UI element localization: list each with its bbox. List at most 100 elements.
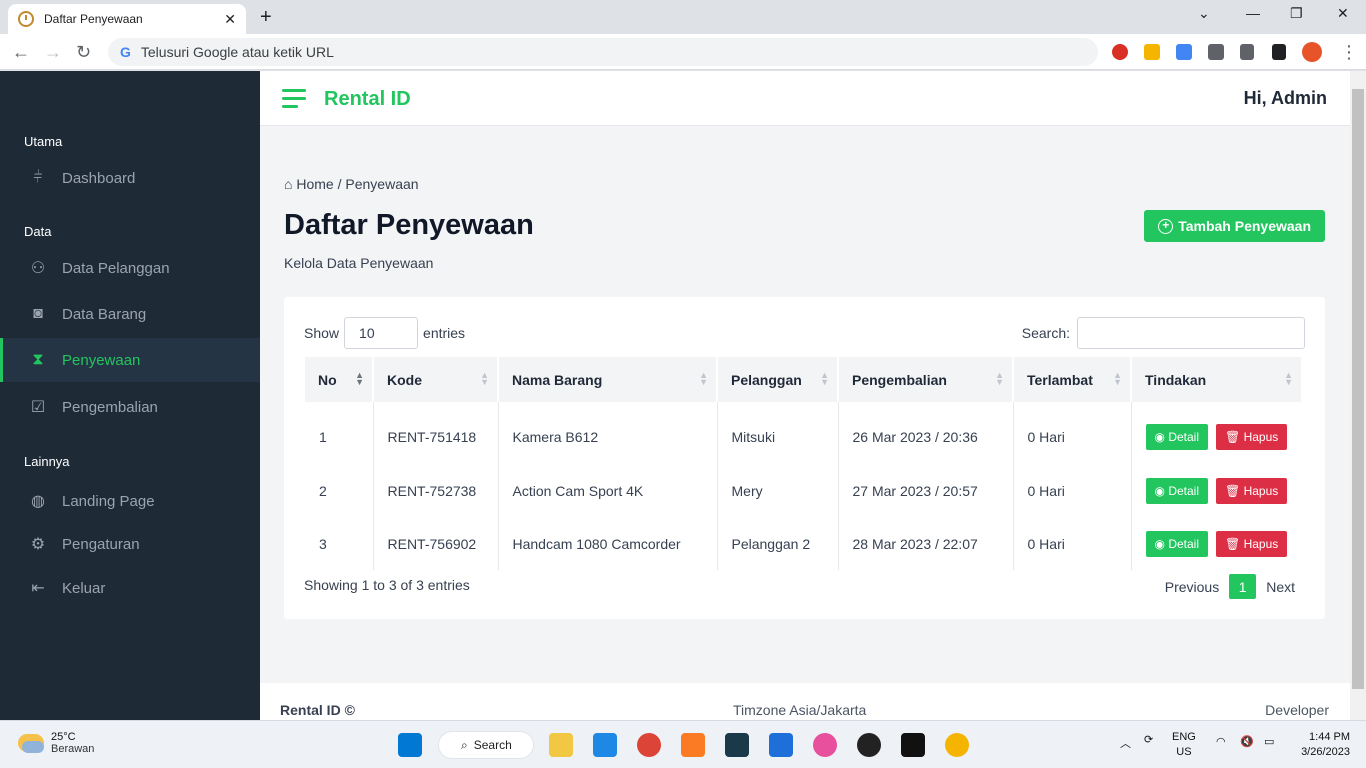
gear-icon: ⚙ bbox=[30, 536, 46, 553]
search-input[interactable] bbox=[1077, 317, 1305, 349]
cell-pengembalian: 28 Mar 2023 / 22:07 bbox=[838, 517, 1014, 570]
delete-button[interactable]: 🗑 Hapus bbox=[1216, 477, 1288, 504]
table-row: 3 RENT-756902 Handcam 1080 Camcorder Pel… bbox=[305, 517, 1302, 570]
sort-icon: ▲ ▼ bbox=[355, 370, 364, 387]
windows-start-icon[interactable] bbox=[398, 733, 422, 757]
omnibox[interactable]: G Telusuri Google atau ketik URL bbox=[108, 38, 1098, 66]
sidebar-item-pengaturan[interactable]: ⚙ Pengaturan bbox=[0, 522, 260, 566]
chrome-icon[interactable] bbox=[637, 733, 661, 757]
add-rental-button[interactable]: + Tambah Penyewaan bbox=[1144, 210, 1325, 242]
add-rental-label: Tambah Penyewaan bbox=[1178, 218, 1311, 234]
sidebar-section-lainnya: Lainnya bbox=[24, 454, 70, 469]
menu-dots-icon[interactable]: ⋮ bbox=[1340, 42, 1358, 63]
cell-pelanggan: Mery bbox=[717, 464, 839, 517]
sidebar-item-keluar[interactable]: ⇤ Keluar bbox=[0, 566, 260, 610]
window-close-icon[interactable]: ✕ bbox=[1337, 5, 1349, 22]
eye-icon: ◉ bbox=[1154, 430, 1169, 444]
tab-search-icon[interactable]: ⌄ bbox=[1198, 5, 1210, 22]
column-header-pengembalian[interactable]: Pengembalian ▲ ▼ bbox=[838, 357, 1014, 402]
table-row: 1 RENT-751418 Kamera B612 Mitsuki 26 Mar… bbox=[305, 402, 1302, 464]
scrollbar-thumb[interactable] bbox=[1352, 89, 1364, 689]
trash-icon: 🗑 bbox=[1225, 536, 1244, 551]
sidebar-item-pengembalian[interactable]: ☑ Pengembalian bbox=[0, 385, 260, 429]
weather-condition: Berawan bbox=[51, 743, 95, 755]
vscode-icon[interactable] bbox=[593, 733, 617, 757]
pagination: Previous 1 Next bbox=[1165, 574, 1295, 599]
previous-button[interactable]: Previous bbox=[1165, 579, 1219, 595]
top-navbar: Rental ID Hi, Admin bbox=[260, 71, 1350, 126]
footer-developer[interactable]: Developer bbox=[1265, 702, 1329, 718]
plus-circle-icon: + bbox=[1158, 218, 1174, 234]
profile-avatar-icon[interactable] bbox=[1302, 42, 1322, 62]
column-header-nama-barang[interactable]: Nama Barang ▲ ▼ bbox=[498, 357, 718, 402]
sidebar-item-penyewaan[interactable]: ⧗ Penyewaan bbox=[0, 338, 260, 382]
extension-pen-icon[interactable] bbox=[1144, 44, 1160, 60]
extensions-puzzle-icon[interactable] bbox=[1208, 44, 1224, 60]
column-header-no[interactable]: No ▲ ▼ bbox=[305, 357, 374, 402]
xampp-icon[interactable] bbox=[681, 733, 705, 757]
detail-button[interactable]: ◉ Detail bbox=[1145, 424, 1208, 450]
column-header-terlambat[interactable]: Terlambat ▲ ▼ bbox=[1013, 357, 1132, 402]
extension-red-icon[interactable] bbox=[1112, 44, 1128, 60]
detail-button[interactable]: ◉ Detail bbox=[1145, 477, 1208, 504]
sort-icon: ▲ ▼ bbox=[820, 370, 829, 387]
column-header-tindakan[interactable]: Tindakan ▲ ▼ bbox=[1131, 357, 1303, 402]
detail-button[interactable]: ◉ Detail bbox=[1145, 530, 1208, 557]
cell-kode: RENT-752738 bbox=[373, 464, 499, 517]
wifi-icon[interactable]: ◠ bbox=[1216, 735, 1226, 748]
language-indicator[interactable]: ENG US bbox=[1172, 730, 1196, 760]
clock-favicon-icon bbox=[18, 11, 34, 27]
sidebar-item-data-barang[interactable]: ◙ Data Barang bbox=[0, 292, 260, 336]
sidebar-item-landing-page[interactable]: ◍ Landing Page bbox=[0, 479, 260, 523]
page-length-select[interactable]: 10 bbox=[344, 317, 419, 349]
browser-tab[interactable]: Daftar Penyewaan ✕ bbox=[8, 4, 246, 34]
forward-icon[interactable]: → bbox=[44, 42, 62, 63]
page-button-current[interactable]: 1 bbox=[1229, 574, 1257, 599]
side-panel-icon[interactable] bbox=[1272, 44, 1286, 60]
brand-logo[interactable]: Rental ID bbox=[324, 88, 411, 111]
breadcrumb-home[interactable]: Home bbox=[296, 176, 333, 192]
tray-chevron-icon[interactable]: ︿ bbox=[1120, 735, 1131, 751]
download-icon[interactable] bbox=[1240, 44, 1254, 60]
sidebar-item-label: Data Barang bbox=[62, 305, 147, 323]
obs-icon[interactable] bbox=[857, 733, 881, 757]
column-header-kode[interactable]: Kode ▲ ▼ bbox=[373, 357, 499, 402]
extension-doc-icon[interactable] bbox=[1176, 44, 1192, 60]
volume-muted-icon[interactable]: 🔇 bbox=[1240, 735, 1254, 748]
terminal-app-icon[interactable] bbox=[725, 733, 749, 757]
delete-button[interactable]: 🗑 Hapus bbox=[1216, 424, 1288, 450]
taskbar-search[interactable]: ⌕ Search bbox=[438, 731, 534, 759]
user-greeting[interactable]: Hi, Admin bbox=[1244, 88, 1327, 109]
page-scrollbar[interactable] bbox=[1350, 71, 1366, 720]
cell-kode: RENT-751418 bbox=[373, 402, 499, 464]
weather-widget[interactable]: 25°C Berawan bbox=[18, 731, 94, 755]
battery-icon[interactable]: ▭ bbox=[1264, 735, 1274, 748]
new-tab-button[interactable]: + bbox=[260, 6, 272, 29]
close-tab-icon[interactable]: ✕ bbox=[224, 11, 236, 28]
rental-table: No ▲ ▼ Kode ▲ ▼ Nama Barang ▲ ▼ Pelanggan ▲ ▼ Pe… bbox=[305, 357, 1303, 570]
column-header-pelanggan[interactable]: Pelanggan ▲ ▼ bbox=[717, 357, 839, 402]
file-explorer-icon[interactable] bbox=[549, 733, 573, 757]
sort-icon: ▲ ▼ bbox=[1284, 370, 1293, 387]
color-picker-icon[interactable] bbox=[813, 733, 837, 757]
chrome-canary-icon[interactable] bbox=[945, 733, 969, 757]
sidebar-item-data-pelanggan[interactable]: ⚇ Data Pelanggan bbox=[0, 246, 260, 290]
cell-terlambat: 0 Hari bbox=[1013, 517, 1132, 570]
delete-button[interactable]: 🗑 Hapus bbox=[1216, 530, 1288, 557]
command-prompt-icon[interactable] bbox=[901, 733, 925, 757]
sidebar-item-label: Landing Page bbox=[62, 492, 155, 510]
hamburger-menu-icon[interactable] bbox=[282, 89, 306, 108]
notepad-icon[interactable] bbox=[769, 733, 793, 757]
minimize-icon[interactable]: — bbox=[1246, 5, 1260, 21]
back-icon[interactable]: ← bbox=[12, 42, 30, 63]
sort-icon: ▲ ▼ bbox=[699, 370, 708, 387]
next-button[interactable]: Next bbox=[1266, 579, 1295, 595]
sort-icon: ▲ ▼ bbox=[995, 370, 1004, 387]
cell-terlambat: 0 Hari bbox=[1013, 464, 1132, 517]
restore-icon[interactable]: ❐ bbox=[1290, 5, 1303, 22]
cell-terlambat: 0 Hari bbox=[1013, 402, 1132, 464]
reload-icon[interactable]: ↻ bbox=[76, 42, 91, 63]
taskbar-clock[interactable]: 1:44 PM 3/26/2023 bbox=[1301, 730, 1350, 760]
sidebar-item-dashboard[interactable]: ⫩ Dashboard bbox=[0, 156, 260, 200]
sync-icon[interactable]: ⟳ bbox=[1144, 733, 1153, 746]
